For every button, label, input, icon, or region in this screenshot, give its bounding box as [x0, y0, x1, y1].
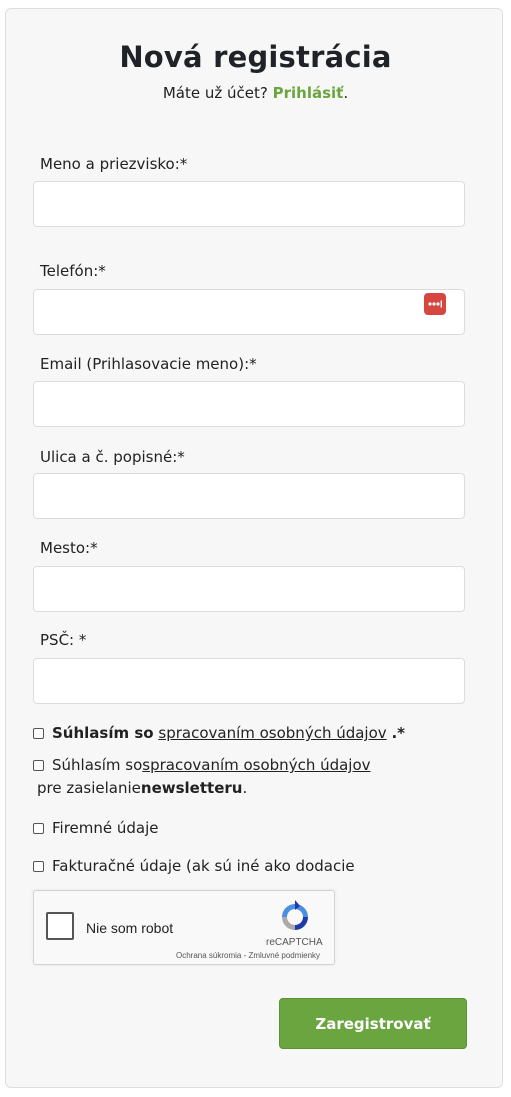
newsletter-line2-prefix: pre zasielanie	[37, 779, 141, 797]
recaptcha-widget: Nie som robot reCAPTCHA Ochrana súkromia…	[33, 890, 335, 965]
newsletter-consent-row: Súhlasím so spracovaním osobných údajov	[33, 756, 371, 774]
email-input[interactable]	[33, 381, 465, 427]
phone-label: Telefón:*	[40, 262, 106, 280]
newsletter-consent-link[interactable]: spracovaním osobných údajov	[142, 756, 370, 774]
name-input[interactable]	[33, 181, 465, 227]
gdpr-consent-suffix: .*	[391, 724, 405, 742]
street-label: Ulica a č. popisné:*	[40, 448, 185, 466]
gdpr-consent-link[interactable]: spracovaním osobných údajov	[158, 724, 386, 742]
recaptcha-brand: reCAPTCHA	[266, 937, 323, 948]
newsletter-consent-line2: pre zasielanie newsletteru.	[37, 779, 247, 797]
gdpr-consent-row: Súhlasím so spracovaním osobných údajov …	[33, 724, 405, 742]
city-label: Mesto:*	[40, 539, 98, 557]
recaptcha-privacy-link[interactable]: Ochrana súkromia	[176, 951, 241, 960]
gdpr-consent-bold: Súhlasím so	[52, 724, 154, 742]
company-details-checkbox[interactable]	[33, 822, 44, 834]
phone-input[interactable]	[33, 289, 465, 335]
newsletter-line2-suffix: .	[242, 779, 248, 797]
gdpr-consent-checkbox[interactable]	[33, 727, 44, 739]
zip-label: PSČ: *	[40, 631, 87, 649]
register-button[interactable]: Zaregistrovať	[279, 998, 467, 1049]
recaptcha-label: Nie som robot	[86, 920, 174, 936]
login-prompt-suffix: .	[343, 84, 349, 102]
name-label: Meno a priezvisko:*	[40, 155, 188, 173]
newsletter-bold: newsletteru	[140, 779, 243, 797]
street-input[interactable]	[33, 473, 465, 519]
email-label: Email (Prihlasovacie meno):*	[40, 355, 257, 373]
recaptcha-logo-icon	[282, 900, 308, 930]
newsletter-consent-prefix: Súhlasím so	[52, 756, 143, 774]
company-details-label: Firemné údaje	[52, 819, 159, 837]
company-details-row: Firemné údaje	[33, 819, 159, 837]
password-manager-icon[interactable]	[424, 293, 446, 315]
login-prompt: Máte už účet? Prihlásiť.	[0, 84, 511, 102]
zip-input[interactable]	[33, 658, 465, 704]
city-input[interactable]	[33, 566, 465, 612]
billing-details-row: Fakturačné údaje (ak sú iné ako dodacie	[33, 857, 355, 875]
login-link[interactable]: Prihlásiť	[273, 84, 344, 102]
dots-icon	[428, 300, 442, 308]
recaptcha-terms-link[interactable]: Zmluvné podmienky	[248, 951, 320, 960]
billing-details-checkbox[interactable]	[33, 860, 44, 872]
page-title: Nová registrácia	[119, 40, 392, 74]
login-prompt-text: Máte už účet?	[162, 84, 268, 102]
recaptcha-checkbox[interactable]	[46, 912, 74, 940]
recaptcha-links: Ochrana súkromia - Zmluvné podmienky	[176, 951, 320, 960]
newsletter-consent-checkbox[interactable]	[33, 759, 44, 771]
billing-details-label: Fakturačné údaje (ak sú iné ako dodacie	[52, 857, 355, 875]
